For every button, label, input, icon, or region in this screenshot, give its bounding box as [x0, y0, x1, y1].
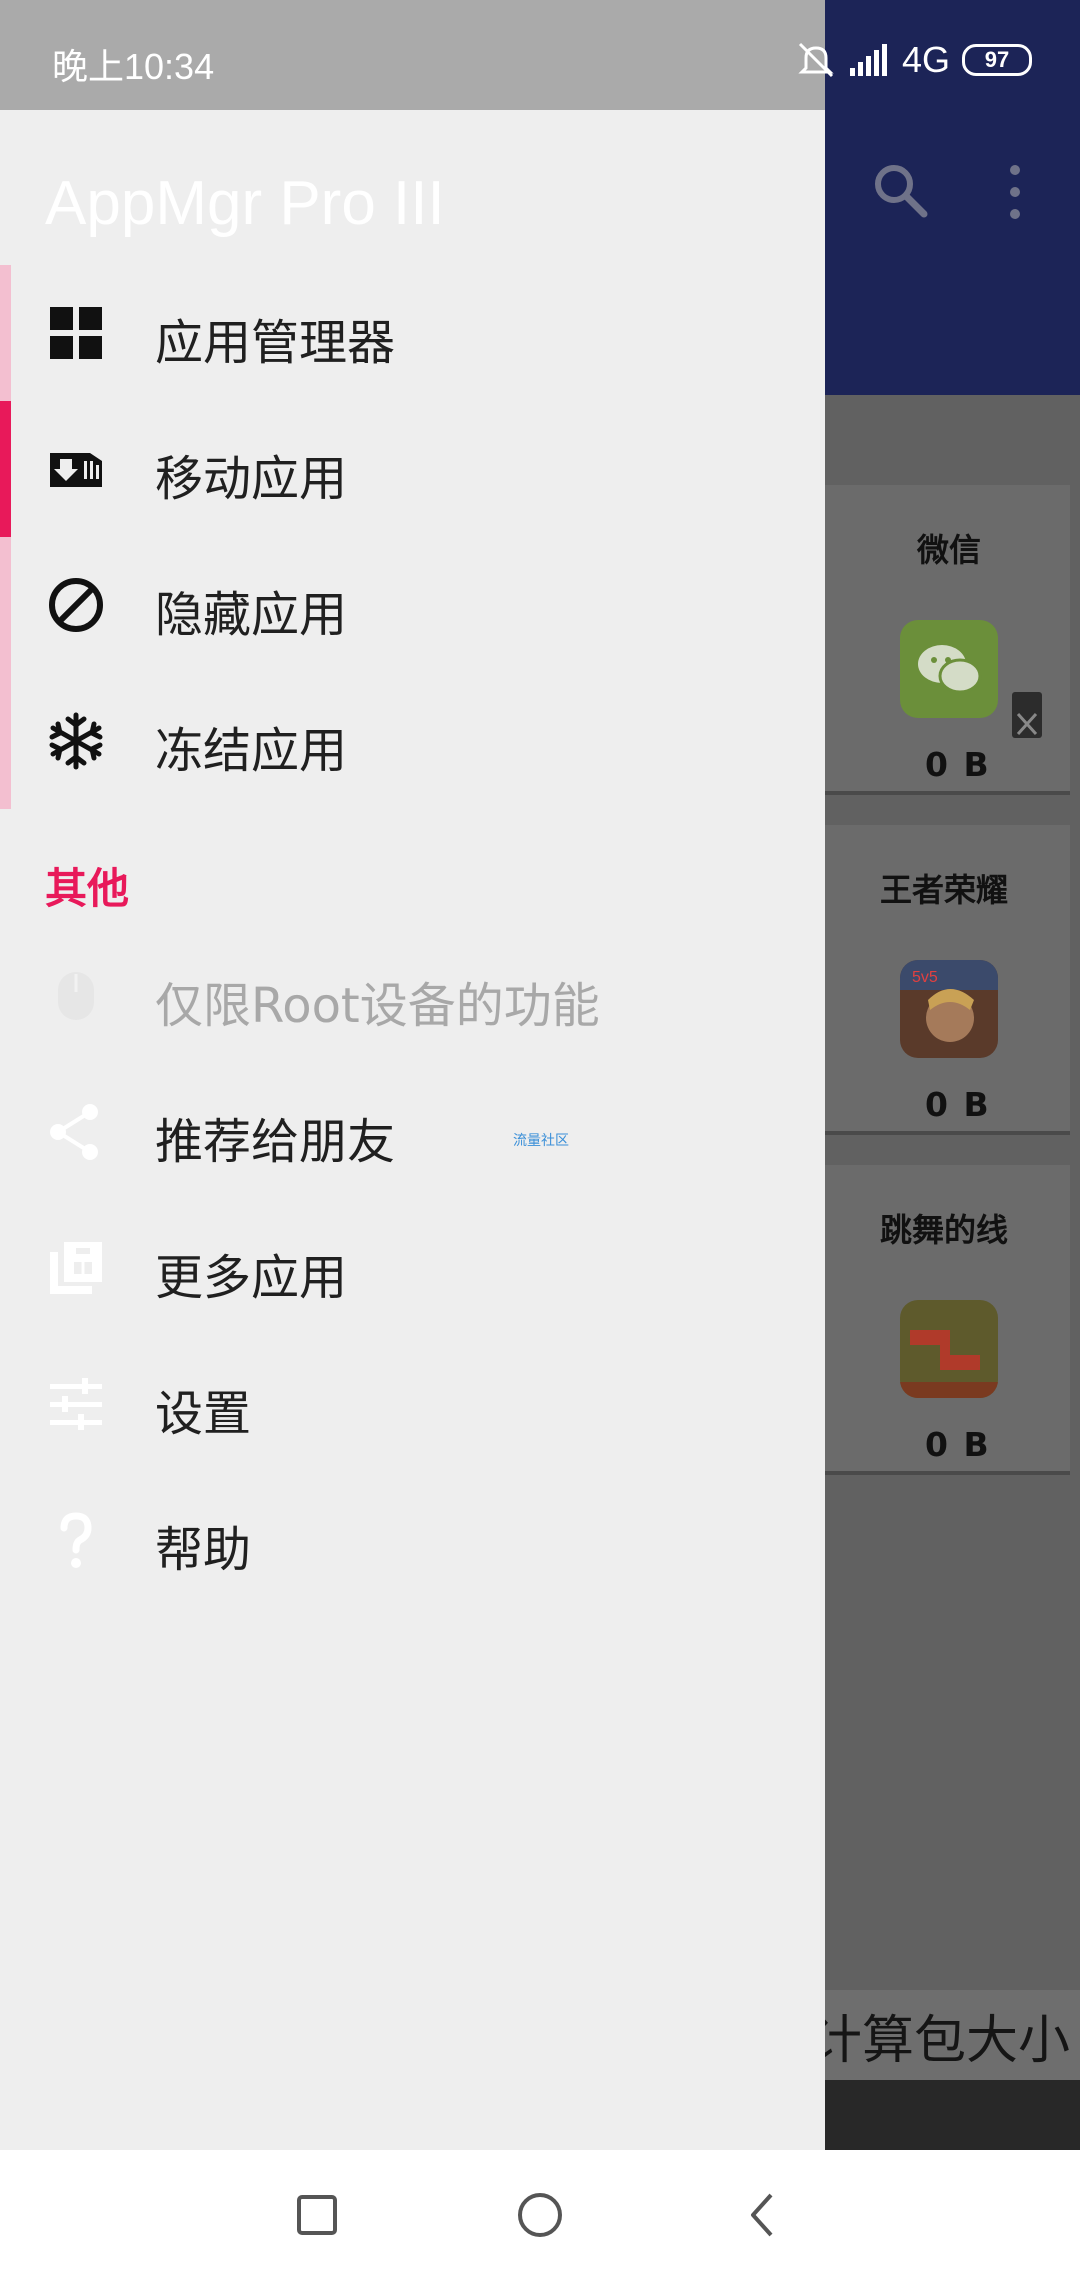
status-indicators: 4G 97	[796, 35, 1032, 85]
more-options-icon[interactable]	[1005, 162, 1025, 222]
game-app-icon: 5v5	[900, 960, 998, 1058]
help-icon	[60, 1512, 92, 1568]
nav-item-more-apps[interactable]: 更多应用	[0, 1200, 825, 1336]
bottom-bar	[825, 2080, 1080, 2150]
share-icon	[50, 1104, 98, 1160]
toolbar-actions	[870, 150, 1070, 230]
app-card-honor-of-kings[interactable]: 王者荣耀 5v5 0 B	[825, 825, 1070, 1135]
home-icon[interactable]	[510, 2185, 570, 2245]
network-type: 4G	[901, 39, 950, 80]
nav-item-label: 冻结应用	[155, 723, 348, 779]
back-icon[interactable]	[733, 2185, 793, 2245]
status-bar: 晚上10:34 4G 97	[0, 0, 1080, 110]
app-card-size: 0 B	[925, 1085, 991, 1124]
app-card-wechat[interactable]: 微信 0 B	[825, 485, 1070, 795]
sliders-icon	[50, 1378, 102, 1430]
nav-item-label: 设置	[155, 1386, 252, 1442]
section-header-other: 其他	[45, 864, 130, 913]
item-accent-bar	[0, 537, 11, 673]
item-accent-bar	[0, 265, 11, 401]
calculate-size-button[interactable]: 计算包大小	[825, 1990, 1080, 2080]
signal-icon	[849, 44, 887, 76]
calculate-size-label: 计算包大小	[825, 2011, 1070, 2071]
battery-indicator: 97	[962, 44, 1032, 76]
nav-item-label: 帮助	[155, 1522, 252, 1578]
watermark-text: 流量社区	[513, 1133, 569, 1149]
block-icon	[49, 578, 103, 632]
item-accent-bar	[0, 673, 11, 809]
alarm-off-icon	[798, 42, 834, 78]
system-navigation-bar	[0, 2150, 1080, 2280]
nav-item-label: 移动应用	[155, 451, 348, 507]
recents-icon[interactable]	[287, 2185, 347, 2245]
nav-item-root-features: 仅限Root设备的功能	[0, 928, 825, 1064]
search-icon[interactable]	[870, 160, 930, 220]
sd-move-icon	[50, 453, 102, 487]
nav-item-label: 隐藏应用	[155, 587, 348, 643]
nav-item-label: 应用管理器	[155, 315, 396, 371]
root-icon	[58, 972, 94, 1020]
app-card-name: 微信	[917, 531, 982, 569]
store-icon	[50, 1242, 102, 1294]
nav-item-label: 更多应用	[155, 1250, 348, 1306]
svg-text:5v5: 5v5	[912, 969, 938, 986]
grid-icon	[50, 307, 102, 359]
app-card-name: 王者荣耀	[880, 871, 1009, 909]
wechat-app-icon	[900, 620, 998, 718]
nav-item-recommend[interactable]: 推荐给朋友	[0, 1064, 825, 1200]
item-accent-bar	[0, 401, 11, 537]
nav-item-move-apps[interactable]: 移动应用	[0, 401, 825, 537]
snowflake-icon	[49, 712, 103, 770]
nav-item-hidden-apps[interactable]: 隐藏应用	[0, 537, 825, 673]
app-card-size: 0 B	[925, 1425, 991, 1464]
app-card-size: 0 B	[925, 745, 991, 784]
game-app-icon	[900, 1300, 998, 1398]
navigation-drawer: AppMgr Pro III 应用管理器 移动应用 隐藏应用 冻结应用 其他 仅…	[0, 0, 825, 2150]
sd-card-icon	[1012, 692, 1042, 738]
nav-item-settings[interactable]: 设置	[0, 1336, 825, 1472]
nav-item-label: 推荐给朋友	[155, 1114, 396, 1170]
app-card-dancing-line[interactable]: 跳舞的线 0 B	[825, 1165, 1070, 1475]
nav-item-app-manager[interactable]: 应用管理器	[0, 265, 825, 401]
nav-item-label: 仅限Root设备的功能	[155, 978, 600, 1034]
status-time: 晚上10:34	[52, 46, 215, 87]
drawer-title: AppMgr Pro III	[45, 169, 445, 238]
nav-item-help[interactable]: 帮助	[0, 1472, 825, 1608]
app-card-name: 跳舞的线	[880, 1211, 1009, 1249]
nav-item-frozen-apps[interactable]: 冻结应用	[0, 673, 825, 809]
